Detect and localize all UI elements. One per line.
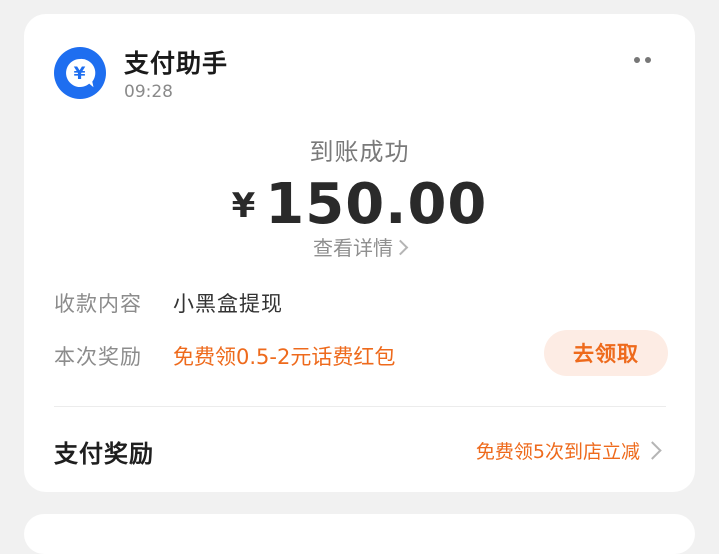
app-name: 支付助手 [124,49,229,78]
more-options-button[interactable] [622,48,662,72]
view-details-link[interactable]: 查看详情 [24,232,695,261]
payment-amount: 150.00 [265,172,488,237]
payment-rewards-title: 支付奖励 [54,440,154,468]
store-discount-link[interactable]: 免费领5次到店立减 [475,437,662,464]
svg-text:¥: ¥ [74,64,86,84]
payment-content-label: 收款内容 [54,292,142,316]
next-notification-card [24,514,695,554]
payment-status: 到账成功 [309,138,410,166]
chevron-right-icon [392,239,409,256]
more-dots-icon [644,57,651,63]
chevron-right-icon [643,441,662,460]
currency-symbol: ¥ [231,186,256,226]
more-dots-icon [633,57,640,63]
payment-notification-card[interactable]: ¥ 支付助手 09:28 到账成功 ¥150.00 查看详情 收款内容 小黑盒提… [24,14,695,492]
view-details-label: 查看详情 [313,236,393,260]
claim-reward-button[interactable]: 去领取 [544,330,668,376]
payment-content-value: 小黑盒提现 [173,292,283,316]
reward-label: 本次奖励 [54,345,142,369]
store-discount-label: 免费领5次到店立减 [475,441,640,463]
notification-time: 09:28 [124,82,173,102]
divider [54,406,666,407]
payment-amount-row: ¥150.00 [24,172,695,237]
reward-value: 免费领0.5-2元话费红包 [173,345,396,369]
yen-payment-icon: ¥ [54,47,106,99]
